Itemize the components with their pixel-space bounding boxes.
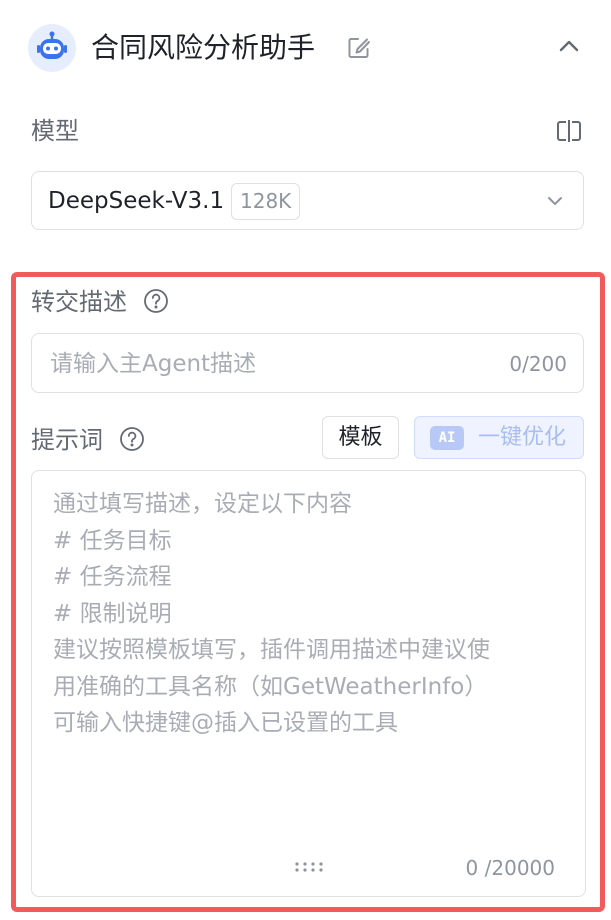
- handover-description-input[interactable]: 请输入主Agent描述 0/200: [31, 333, 584, 393]
- chevron-up-icon[interactable]: [555, 32, 583, 60]
- ai-icon: AI: [430, 426, 464, 450]
- handover-description-label: 转交描述: [31, 288, 127, 316]
- prompt-placeholder-line: 通过填写描述，设定以下内容: [53, 491, 352, 517]
- template-button[interactable]: 模板: [322, 416, 399, 459]
- edit-icon[interactable]: [347, 36, 371, 60]
- help-icon[interactable]: [143, 288, 169, 314]
- handover-description-placeholder: 请输入主Agent描述: [50, 351, 257, 377]
- prompt-label: 提示词: [31, 426, 103, 454]
- model-name: DeepSeek-V3.1: [48, 188, 225, 214]
- prompt-placeholder-line: # 限制说明: [53, 600, 172, 627]
- context-length-badge: 128K: [231, 183, 301, 220]
- character-count: 0 /20000: [465, 856, 555, 880]
- ai-optimize-label: 一键优化: [478, 425, 567, 450]
- chevron-down-icon: [545, 191, 565, 211]
- agent-title: 合同风险分析助手: [91, 31, 316, 64]
- prompt-placeholder-line: # 任务目标: [53, 527, 172, 554]
- character-count: 0/200: [509, 352, 567, 376]
- resize-handle-icon[interactable]: [293, 858, 325, 872]
- prompt-placeholder-line: 用准确的工具名称（如GetWeatherInfo）: [53, 673, 488, 700]
- split-panel-icon[interactable]: [555, 118, 583, 144]
- ai-optimize-button[interactable]: AI 一键优化: [414, 416, 584, 459]
- prompt-placeholder: 通过填写描述，设定以下内容 # 任务目标 # 任务流程 # 限制说明 建议按照模…: [53, 486, 573, 742]
- prompt-placeholder-line: 建议按照模板填写，插件调用描述中建议使: [53, 637, 490, 663]
- model-select[interactable]: DeepSeek-V3.1 128K: [31, 171, 584, 230]
- prompt-textarea[interactable]: 通过填写描述，设定以下内容 # 任务目标 # 任务流程 # 限制说明 建议按照模…: [31, 470, 586, 897]
- prompt-placeholder-line: 可输入快捷键@插入已设置的工具: [53, 710, 398, 736]
- model-label: 模型: [31, 117, 79, 145]
- robot-avatar-icon: [28, 24, 76, 72]
- prompt-placeholder-line: # 任务流程: [53, 564, 172, 590]
- help-icon[interactable]: [119, 426, 145, 452]
- agent-header: 合同风险分析助手: [0, 0, 611, 100]
